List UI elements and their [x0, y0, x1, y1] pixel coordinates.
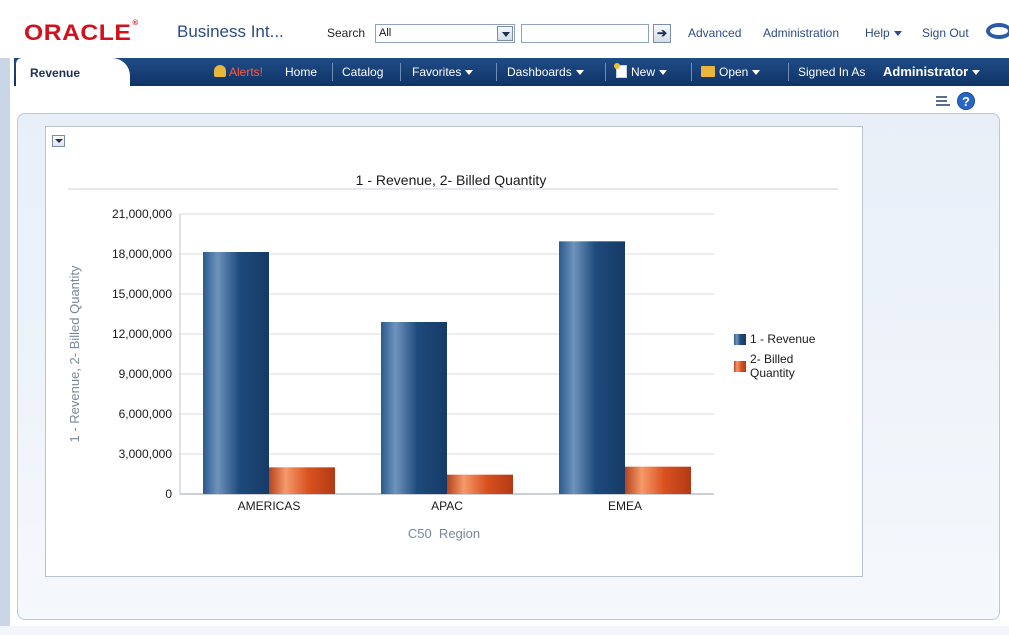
search-scope-value: All: [379, 27, 392, 39]
search-input[interactable]: [521, 24, 649, 43]
search-scope-select[interactable]: All: [375, 24, 515, 43]
nav-divider: [605, 63, 606, 81]
advanced-link[interactable]: Advanced: [688, 26, 741, 40]
home-link[interactable]: Home: [285, 65, 317, 79]
alerts-link[interactable]: Alerts!: [214, 65, 263, 79]
oracle-logo: ORACLE®: [24, 20, 139, 45]
dashboards-menu[interactable]: Dashboards: [507, 65, 584, 79]
tab-revenue-label: Revenue: [30, 66, 81, 80]
catalog-link[interactable]: Catalog: [342, 65, 383, 79]
help-menu[interactable]: Help: [865, 26, 902, 40]
chart-view: [45, 126, 863, 577]
alerts-label: Alerts!: [229, 65, 264, 79]
chevron-down-icon[interactable]: [497, 26, 513, 41]
open-label: Open: [719, 65, 749, 79]
top-header: ORACLE® Business Int... Search All ➔ Adv…: [0, 0, 1009, 52]
nav-divider: [691, 63, 692, 81]
new-menu[interactable]: New: [614, 63, 668, 79]
favorites-menu[interactable]: Favorites: [412, 65, 474, 79]
nav-divider: [788, 63, 789, 81]
help-label: Help: [865, 26, 890, 40]
user-name: Administrator: [883, 64, 969, 79]
collapse-section-button[interactable]: [52, 135, 65, 147]
user-menu[interactable]: Administrator: [883, 64, 981, 79]
nav-divider: [496, 63, 497, 81]
dashboards-label: Dashboards: [507, 65, 572, 79]
folder-icon: [701, 66, 715, 77]
bell-icon: [214, 65, 226, 77]
administration-link[interactable]: Administration: [763, 26, 839, 40]
sign-out-link[interactable]: Sign Out: [922, 26, 969, 40]
new-document-icon: [614, 63, 627, 78]
app-title: Business Int...: [177, 22, 284, 41]
signed-in-label: Signed In As: [798, 65, 866, 79]
nav-divider: [400, 63, 401, 81]
favorites-label: Favorites: [412, 65, 462, 79]
new-label: New: [631, 65, 656, 79]
help-icon[interactable]: ?: [957, 92, 975, 110]
oracle-o-icon: [986, 23, 1009, 39]
search-label: Search: [327, 26, 366, 40]
nav-divider: [332, 63, 333, 81]
tab-revenue[interactable]: Revenue: [16, 58, 130, 87]
open-menu[interactable]: Open: [701, 65, 761, 79]
page-bottom-edge: [0, 626, 1009, 635]
search-go-button[interactable]: ➔: [653, 24, 671, 43]
left-edge: [0, 58, 10, 635]
page-options-icon[interactable]: [936, 95, 952, 109]
